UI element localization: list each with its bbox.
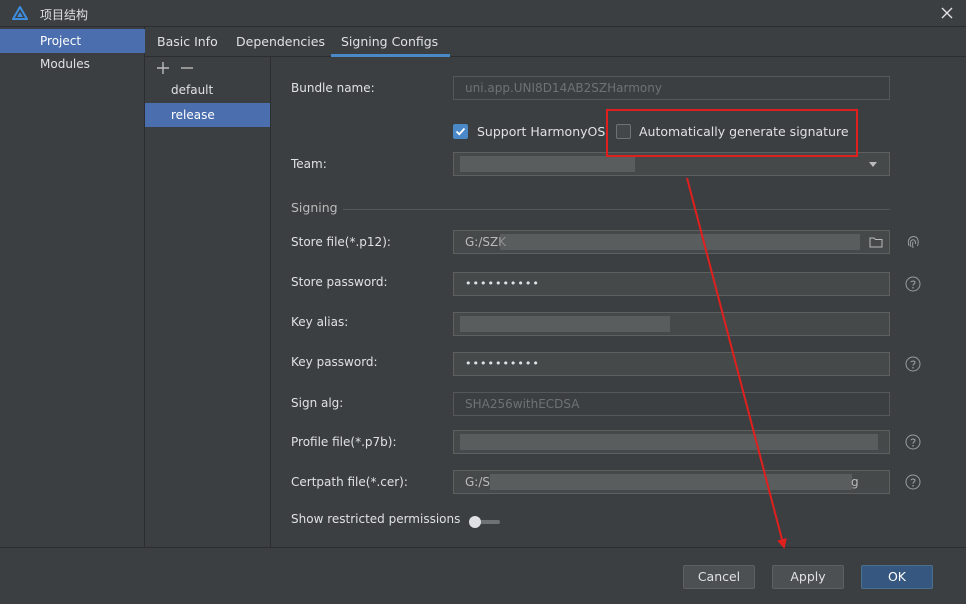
store-password-label: Store password: [291, 275, 388, 289]
help-icon[interactable] [905, 356, 921, 372]
certpath-file-field[interactable]: G:/S g [453, 470, 890, 494]
store-file-label: Store file(*.p12): [291, 235, 391, 249]
help-icon[interactable] [905, 474, 921, 490]
tab-bar: Basic Info Dependencies Signing Configs [145, 27, 966, 57]
key-password-label: Key password: [291, 355, 378, 369]
profile-file-field[interactable] [453, 430, 890, 454]
bundle-name-field: uni.app.UNI8D14AB2SZHarmony [453, 76, 890, 100]
sign-alg-label: Sign alg: [291, 396, 344, 410]
folder-icon[interactable] [869, 235, 883, 249]
check-icon [455, 127, 466, 136]
sidebar-item-modules[interactable]: Modules [0, 52, 145, 76]
key-alias-label: Key alias: [291, 315, 349, 329]
sidebar-item-project[interactable]: Project [0, 29, 145, 53]
fingerprint-icon[interactable] [905, 234, 921, 250]
help-icon[interactable] [905, 434, 921, 450]
app-logo-icon [12, 6, 28, 20]
store-file-field[interactable]: G:/SZK [453, 230, 890, 254]
bundle-name-label: Bundle name: [291, 81, 375, 95]
minus-icon[interactable] [179, 60, 195, 76]
store-password-field[interactable]: •••••••••• [453, 272, 890, 296]
certpath-file-value-end: g [851, 475, 859, 489]
restricted-permissions-toggle[interactable] [468, 515, 502, 529]
key-alias-field[interactable] [453, 312, 890, 336]
restricted-permissions-label: Show restricted permissions [291, 512, 461, 526]
help-icon[interactable] [905, 276, 921, 292]
signing-config-list: default release [145, 57, 271, 547]
team-label: Team: [291, 157, 327, 171]
config-item-default[interactable]: default [145, 78, 270, 102]
support-harmony-label: Support HarmonyOS [477, 124, 606, 139]
tab-dependencies[interactable]: Dependencies [236, 27, 325, 57]
key-password-field[interactable]: •••••••••• [453, 352, 890, 376]
redacted-value [460, 316, 670, 332]
redacted-value [490, 474, 852, 490]
plus-icon[interactable] [155, 60, 171, 76]
sidebar: Project Modules [0, 27, 145, 547]
chevron-down-icon [869, 162, 877, 167]
config-item-release[interactable]: release [145, 103, 270, 127]
section-divider [343, 209, 890, 210]
annotation-highlight-box [606, 109, 858, 157]
window-title: 项目结构 [40, 8, 89, 22]
tab-signing-configs[interactable]: Signing Configs [330, 27, 451, 57]
redacted-value [460, 434, 878, 450]
redacted-value [500, 234, 860, 250]
dialog-footer: Cancel Apply OK [0, 547, 966, 604]
ok-button[interactable]: OK [861, 565, 933, 589]
close-icon[interactable] [938, 4, 956, 22]
certpath-file-value: G:/S [465, 475, 491, 489]
tab-basic-info[interactable]: Basic Info [157, 27, 218, 57]
cancel-button[interactable]: Cancel [683, 565, 755, 589]
title-bar: 项目结构 [0, 0, 966, 27]
profile-file-label: Profile file(*.p7b): [291, 435, 397, 449]
sign-alg-field: SHA256withECDSA [453, 392, 890, 416]
apply-button[interactable]: Apply [772, 565, 844, 589]
redacted-value [460, 156, 635, 172]
certpath-file-label: Certpath file(*.cer): [291, 475, 408, 489]
signing-section-title: Signing [291, 200, 338, 215]
support-harmony-checkbox[interactable] [453, 124, 468, 139]
